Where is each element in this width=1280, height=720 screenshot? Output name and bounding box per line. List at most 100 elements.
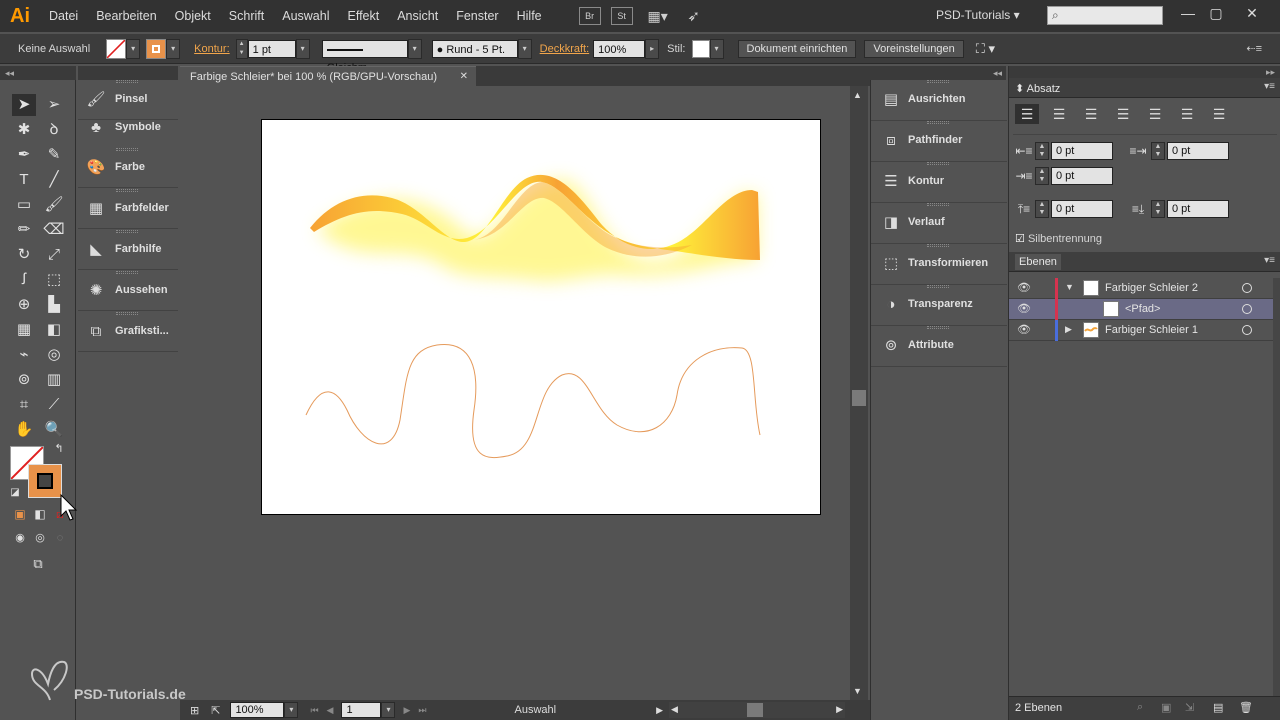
draw-inside-icon[interactable]: ◌ <box>52 530 68 546</box>
locate-object-icon[interactable]: ⌕ <box>1137 701 1143 714</box>
first-line-indent-field[interactable]: 0 pt <box>1051 167 1113 185</box>
stroke-weight-stepper[interactable]: ▲ ▼ <box>235 38 248 59</box>
hyphenation-row[interactable]: ☑ Silbentrennung <box>1015 232 1102 245</box>
clipping-mask-icon[interactable]: ▣ <box>1161 701 1171 714</box>
space-after-stepper[interactable]: ▲ ▼ <box>1151 200 1165 218</box>
stroke-dropdown[interactable]: ▾ <box>166 38 181 59</box>
panel-farbhilfe[interactable]: ◣ Farbhilfe <box>78 230 178 270</box>
status-label[interactable]: Auswahl <box>515 704 557 716</box>
zoom-dropdown[interactable]: ▾ <box>284 702 299 718</box>
fill-swatch[interactable] <box>106 38 127 59</box>
menu-effekt[interactable]: Effekt <box>338 0 388 32</box>
eyedropper-tool-icon[interactable]: ⌁ <box>12 344 36 366</box>
delete-layer-icon[interactable]: 🗑 <box>1239 701 1253 714</box>
stroke-color-box[interactable] <box>28 464 62 498</box>
stroke-profile-dropdown[interactable]: ▾ <box>407 38 422 59</box>
default-colors-icon[interactable]: ◪ <box>8 486 22 500</box>
close-button[interactable]: ✕ <box>1238 2 1266 24</box>
stroke-swatch[interactable] <box>146 38 167 59</box>
direct-selection-tool-icon[interactable]: ➢ <box>42 94 66 116</box>
new-sublayer-icon[interactable]: ⇲ <box>1185 701 1194 714</box>
horizontal-scroll-thumb[interactable] <box>747 703 763 717</box>
space-before-stepper[interactable]: ▲ ▼ <box>1035 200 1049 218</box>
line-tool-icon[interactable]: ╱ <box>42 169 66 191</box>
stock-button[interactable]: St <box>610 7 633 25</box>
preferences-button[interactable]: Voreinstellungen <box>864 39 964 58</box>
artboard-tool-icon[interactable]: ⌗ <box>12 394 36 416</box>
color-mode-icon[interactable]: ▣ <box>12 506 28 522</box>
stroke-label[interactable]: Kontur: <box>194 43 229 55</box>
gradient-tool-icon[interactable]: ◧ <box>42 319 66 341</box>
horizontal-scrollbar[interactable]: ◀ ▶ <box>669 702 845 718</box>
opacity-field[interactable]: 100% <box>593 39 646 58</box>
selected-path[interactable] <box>305 343 761 459</box>
rectangle-tool-icon[interactable]: ▭ <box>12 194 36 216</box>
layers-panel-header[interactable]: Ebenen ▾≡ <box>1009 252 1280 272</box>
menu-fenster[interactable]: Fenster <box>447 0 507 32</box>
expand-triangle-icon[interactable]: ▼ <box>1065 282 1074 292</box>
first-artboard-icon[interactable]: ⏮ <box>310 705 318 716</box>
type-tool-icon[interactable]: T <box>12 169 36 191</box>
selection-tool-icon[interactable]: ➤ <box>12 94 36 116</box>
free-transform-tool-icon[interactable]: ⬚ <box>42 269 66 291</box>
panel-menu-icon[interactable]: ⇠≡ <box>1246 42 1262 55</box>
layer-target-icon[interactable] <box>1242 304 1252 314</box>
maximize-button[interactable]: ▢ <box>1202 2 1230 24</box>
menu-hilfe[interactable]: Hilfe <box>508 0 551 32</box>
slice-tool-icon[interactable]: ⟋ <box>42 394 66 416</box>
draw-behind-icon[interactable]: ◎ <box>32 530 48 546</box>
scroll-left-icon[interactable]: ◀ <box>671 704 678 715</box>
column-graph-tool-icon[interactable]: ▥ <box>42 369 66 391</box>
layer-name[interactable]: <Pfad> <box>1125 303 1160 315</box>
layer-name[interactable]: Farbiger Schleier 1 <box>1105 324 1198 336</box>
artboard-number-field[interactable]: 1 <box>341 702 382 718</box>
hyphenation-checkbox[interactable]: ☑ <box>1015 233 1025 245</box>
align-center-icon[interactable]: ☰ <box>1047 104 1071 124</box>
gpu-performance-icon[interactable]: ➶ <box>683 7 705 25</box>
layers-scrollbar[interactable] <box>1273 278 1280 696</box>
layer-target-icon[interactable] <box>1242 283 1252 293</box>
layers-panel-menu-icon[interactable]: ▾≡ <box>1264 255 1275 266</box>
paragraph-panel-menu-icon[interactable]: ▾≡ <box>1264 81 1275 92</box>
screen-mode-icon[interactable]: ⧉ <box>26 554 50 574</box>
paintbrush-tool-icon[interactable]: 🖌 <box>42 194 66 216</box>
paragraph-panel-header[interactable]: ⬍ Absatz ▾≡ <box>1009 78 1280 98</box>
opacity-dropdown[interactable]: ▸ <box>645 38 660 59</box>
hand-tool-icon[interactable]: ✋ <box>12 419 36 441</box>
style-swatch[interactable] <box>691 39 710 58</box>
layer-row[interactable]: 👁 ▶ Farbiger Schleier 1 <box>1009 320 1273 341</box>
perspective-grid-tool-icon[interactable]: ▙ <box>42 294 66 316</box>
vertical-scrollbar[interactable]: ▲ ▼ <box>850 86 868 700</box>
mesh-tool-icon[interactable]: ▦ <box>12 319 36 341</box>
panel-attribute[interactable]: ⊚ Attribute <box>871 326 1007 367</box>
search-input[interactable]: ⌕ <box>1047 6 1163 25</box>
scroll-up-icon[interactable]: ▲ <box>853 90 862 100</box>
artboard[interactable] <box>261 119 821 515</box>
previous-artboard-icon[interactable]: ◀ <box>327 705 334 716</box>
fill-dropdown[interactable]: ▾ <box>126 38 141 59</box>
layer-target-icon[interactable] <box>1242 325 1252 335</box>
scroll-right-icon[interactable]: ▶ <box>836 704 843 715</box>
visibility-eye-icon[interactable]: 👁 <box>1017 302 1031 316</box>
align-right-icon[interactable]: ☰ <box>1079 104 1103 124</box>
left-indent-field[interactable]: 0 pt <box>1051 142 1113 160</box>
draw-normal-icon[interactable]: ◉ <box>12 530 28 546</box>
pen-tool-icon[interactable]: ✒ <box>12 144 36 166</box>
stroke-weight-field[interactable]: 1 pt <box>247 39 296 58</box>
panel-verlauf[interactable]: ◨ Verlauf <box>871 203 1007 244</box>
menu-datei[interactable]: Datei <box>40 0 87 32</box>
panel-aussehen[interactable]: ✺ Aussehen <box>78 271 178 311</box>
brush-dropdown[interactable]: ▾ <box>517 38 532 59</box>
minimize-button[interactable]: — <box>1174 2 1202 24</box>
symbol-sprayer-tool-icon[interactable]: ⊚ <box>12 369 36 391</box>
layer-name[interactable]: Farbiger Schleier 2 <box>1105 282 1198 294</box>
canvas-area[interactable] <box>180 86 850 700</box>
document-setup-button[interactable]: Dokument einrichten <box>737 39 857 58</box>
panel-farbe[interactable]: 🎨 Farbe <box>78 148 178 188</box>
left-indent-stepper[interactable]: ▲ ▼ <box>1035 142 1049 160</box>
justify-all-icon[interactable]: ☰ <box>1207 104 1231 124</box>
scroll-down-icon[interactable]: ▼ <box>853 686 862 696</box>
opacity-label[interactable]: Deckkraft: <box>540 43 590 55</box>
space-before-field[interactable]: 0 pt <box>1051 200 1113 218</box>
stroke-profile-field[interactable]: Gleichm. <box>321 39 408 74</box>
